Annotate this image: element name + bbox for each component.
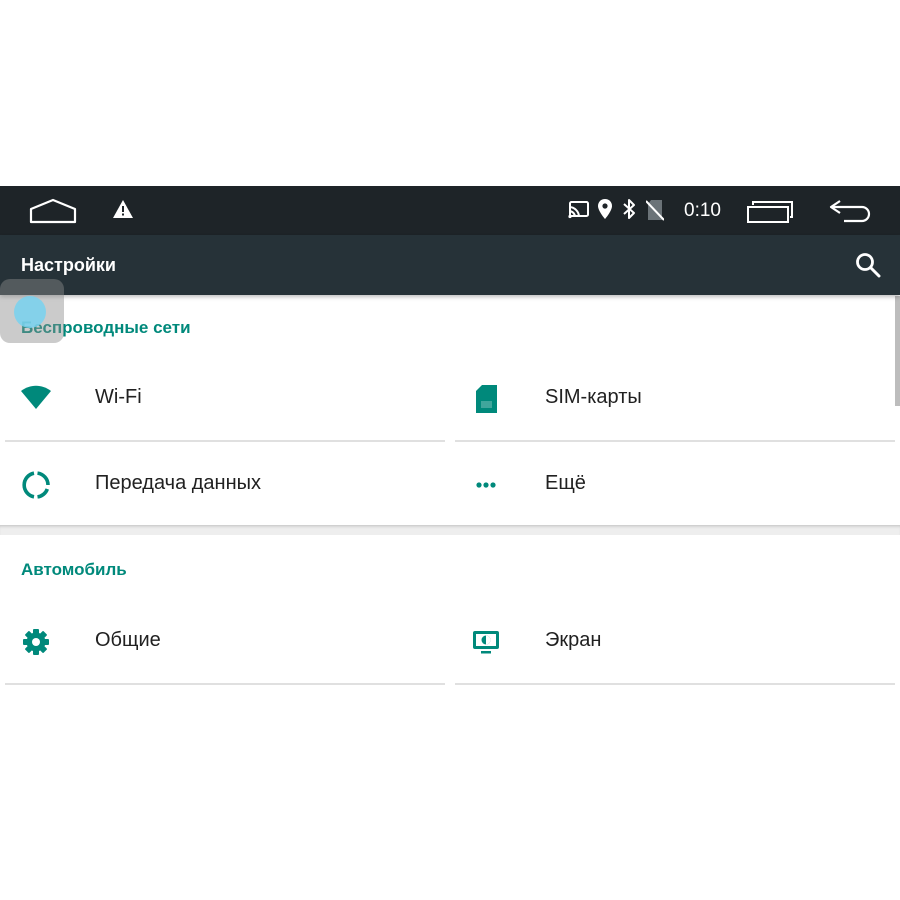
back-icon[interactable]	[828, 199, 874, 223]
divider	[455, 683, 895, 685]
settings-icon	[23, 629, 49, 655]
wifi-icon	[21, 385, 51, 409]
touch-dot	[14, 296, 46, 328]
tile-more[interactable]: Ещё	[455, 442, 895, 528]
warning-icon[interactable]	[112, 199, 134, 219]
tile-data-usage-label: Передача данных	[95, 472, 262, 494]
tile-data-usage[interactable]: Передача данных	[5, 442, 445, 528]
settings-screen: 0:10 Настройки Беспроводные сети Wi-Fi S…	[0, 186, 900, 698]
scrollbar[interactable]	[895, 296, 900, 406]
cast-icon	[568, 201, 589, 219]
no-sim-icon	[646, 200, 664, 221]
touch-indicator	[0, 279, 64, 343]
search-icon[interactable]	[855, 252, 881, 278]
more-icon	[476, 482, 496, 488]
tile-sim-cards[interactable]: SIM-карты	[455, 356, 895, 442]
display-icon	[473, 631, 499, 654]
location-icon	[598, 199, 612, 219]
tile-general[interactable]: Общие	[5, 599, 445, 685]
section-header-car: Автомобиль	[21, 560, 127, 579]
bluetooth-icon	[623, 199, 635, 219]
page-title: Настройки	[21, 255, 116, 275]
tile-wifi-label: Wi-Fi	[95, 386, 142, 408]
section-separator	[0, 525, 900, 535]
toolbar: Настройки	[0, 235, 900, 295]
divider	[5, 683, 445, 685]
tile-display-label: Экран	[545, 629, 602, 651]
status-time: 0:10	[684, 200, 721, 221]
status-bar: 0:10	[0, 186, 900, 235]
tile-more-label: Ещё	[545, 472, 586, 494]
tile-sim-cards-label: SIM-карты	[545, 386, 642, 408]
tile-display[interactable]: Экран	[455, 599, 895, 685]
home-icon[interactable]	[29, 198, 77, 224]
data-usage-icon	[22, 471, 50, 499]
recent-apps-icon[interactable]	[746, 200, 794, 224]
sim-card-icon	[476, 385, 497, 413]
tile-wifi[interactable]: Wi-Fi	[5, 356, 445, 442]
tile-general-label: Общие	[95, 629, 161, 651]
